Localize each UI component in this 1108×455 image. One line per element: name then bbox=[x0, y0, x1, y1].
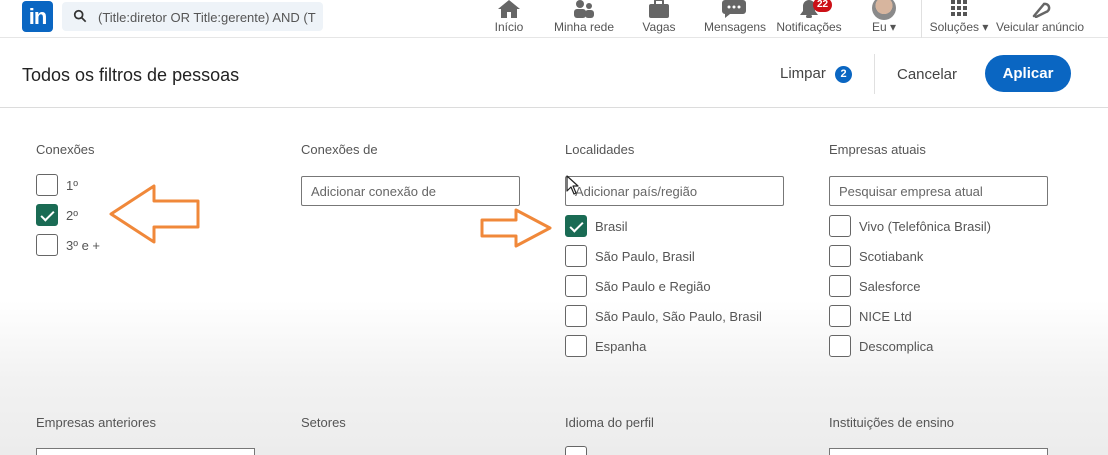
nav-label: Notificações bbox=[776, 20, 842, 34]
checkbox[interactable] bbox=[565, 305, 587, 327]
nav-notifications[interactable]: 22 Notificações bbox=[776, 0, 842, 38]
connections-of-label: Conexões de bbox=[301, 142, 378, 157]
network-icon bbox=[574, 0, 594, 18]
company-option[interactable]: NICE Ltd bbox=[829, 304, 912, 328]
cancel-button[interactable]: Cancelar bbox=[890, 57, 964, 91]
connections-option-1st[interactable]: 1º bbox=[36, 173, 78, 197]
clear-count-badge: 2 bbox=[835, 66, 852, 83]
option-label: 3º e + bbox=[66, 237, 101, 253]
checkbox-checked[interactable] bbox=[36, 204, 58, 226]
checkbox[interactable] bbox=[829, 305, 851, 327]
option-label: Brasil bbox=[595, 218, 628, 234]
option-label: São Paulo, Brasil bbox=[595, 248, 695, 264]
option-label: Salesforce bbox=[859, 278, 921, 294]
company-option[interactable]: Scotiabank bbox=[829, 244, 923, 268]
option-label: NICE Ltd bbox=[859, 308, 912, 324]
company-option[interactable]: Vivo (Telefônica Brasil) bbox=[829, 214, 991, 238]
checkbox[interactable] bbox=[36, 234, 58, 256]
nav-me[interactable]: Eu ▾ bbox=[864, 0, 904, 38]
caret-down-icon: ▾ bbox=[886, 20, 897, 34]
search-icon bbox=[73, 9, 87, 23]
nav-jobs[interactable]: Vagas bbox=[636, 0, 682, 38]
location-option[interactable]: São Paulo, Brasil bbox=[565, 244, 695, 268]
top-navbar: in (Title:diretor OR Title:gerente) AND … bbox=[0, 0, 1108, 38]
search-bar[interactable]: (Title:diretor OR Title:gerente) AND (T bbox=[62, 2, 323, 31]
checkbox[interactable] bbox=[565, 446, 587, 455]
nav-label: Eu bbox=[871, 20, 887, 34]
nav-network[interactable]: Minha rede bbox=[550, 0, 618, 38]
mouse-cursor-icon bbox=[566, 175, 579, 195]
checkbox[interactable] bbox=[36, 174, 58, 196]
industries-label: Setores bbox=[301, 415, 346, 430]
profile-language-label: Idioma do perfil bbox=[565, 415, 654, 430]
nav-home[interactable]: Início bbox=[484, 0, 534, 38]
nav-label: Veicular anúncio bbox=[996, 20, 1085, 34]
linkedin-logo[interactable]: in bbox=[22, 1, 53, 32]
option-label: 1º bbox=[66, 177, 78, 193]
notification-badge: 22 bbox=[813, 0, 833, 12]
nav-messages[interactable]: Mensagens bbox=[704, 0, 767, 38]
checkbox[interactable] bbox=[565, 275, 587, 297]
option-label: Scotiabank bbox=[859, 248, 924, 264]
checkbox-checked[interactable] bbox=[565, 215, 587, 237]
option-label: 2º bbox=[66, 207, 78, 223]
option-label: Espanha bbox=[595, 338, 647, 354]
message-icon bbox=[722, 0, 746, 18]
company-option[interactable]: Salesforce bbox=[829, 274, 920, 298]
connections-label: Conexões bbox=[36, 142, 95, 157]
checkbox[interactable] bbox=[829, 275, 851, 297]
connections-option-3rd[interactable]: 3º e + bbox=[36, 233, 100, 257]
nav-label: Início bbox=[494, 20, 524, 34]
nav-post-ad[interactable]: Veicular anúncio bbox=[996, 0, 1084, 38]
clear-button[interactable]: Limpar bbox=[780, 65, 826, 82]
locations-input[interactable] bbox=[565, 176, 784, 206]
header-divider bbox=[874, 54, 875, 94]
connections-option-2nd[interactable]: 2º bbox=[36, 203, 78, 227]
schools-label: Instituições de ensino bbox=[829, 415, 955, 430]
option-label: Descomplica bbox=[859, 338, 934, 354]
location-option-brasil[interactable]: Brasil bbox=[565, 214, 628, 238]
right-arrow-annotation bbox=[480, 208, 552, 248]
nav-solutions[interactable]: Soluções ▾ bbox=[928, 0, 990, 38]
nav-label: Soluções bbox=[929, 20, 979, 34]
option-label: Vivo (Telefônica Brasil) bbox=[859, 218, 991, 234]
checkbox[interactable] bbox=[829, 335, 851, 357]
current-companies-input[interactable] bbox=[829, 176, 1048, 206]
checkbox[interactable] bbox=[829, 215, 851, 237]
location-option[interactable]: São Paulo e Região bbox=[565, 274, 711, 298]
past-companies-input[interactable] bbox=[36, 448, 255, 455]
connections-of-input[interactable] bbox=[301, 176, 520, 206]
nav-label: Vagas bbox=[642, 20, 676, 34]
page-title: Todos os filtros de pessoas bbox=[22, 65, 240, 85]
option-label: São Paulo, São Paulo, Brasil bbox=[595, 308, 762, 324]
filter-header: Todos os filtros de pessoas Limpar 2 Can… bbox=[0, 39, 1108, 108]
nav-label: Minha rede bbox=[553, 20, 615, 34]
nav-label: Mensagens bbox=[704, 20, 767, 34]
briefcase-icon bbox=[649, 0, 669, 18]
checkbox[interactable] bbox=[565, 335, 587, 357]
home-icon bbox=[498, 0, 520, 18]
option-label: São Paulo e Região bbox=[595, 278, 711, 294]
schools-input[interactable] bbox=[829, 448, 1048, 455]
locations-label: Localidades bbox=[565, 142, 635, 157]
checkbox[interactable] bbox=[829, 245, 851, 267]
past-companies-label: Empresas anteriores bbox=[36, 415, 156, 430]
search-input[interactable]: (Title:diretor OR Title:gerente) AND (T bbox=[98, 10, 318, 25]
apply-button[interactable]: Aplicar bbox=[985, 55, 1071, 92]
left-arrow-annotation bbox=[109, 184, 200, 244]
megaphone-icon bbox=[1032, 2, 1051, 18]
location-option[interactable]: Espanha bbox=[565, 334, 646, 358]
caret-down-icon: ▾ bbox=[979, 20, 989, 34]
nav-divider bbox=[921, 0, 922, 38]
checkbox[interactable] bbox=[565, 245, 587, 267]
location-option[interactable]: São Paulo, São Paulo, Brasil bbox=[565, 304, 762, 328]
current-companies-label: Empresas atuais bbox=[829, 142, 926, 157]
grid-icon bbox=[951, 0, 967, 16]
company-option[interactable]: Descomplica bbox=[829, 334, 933, 358]
